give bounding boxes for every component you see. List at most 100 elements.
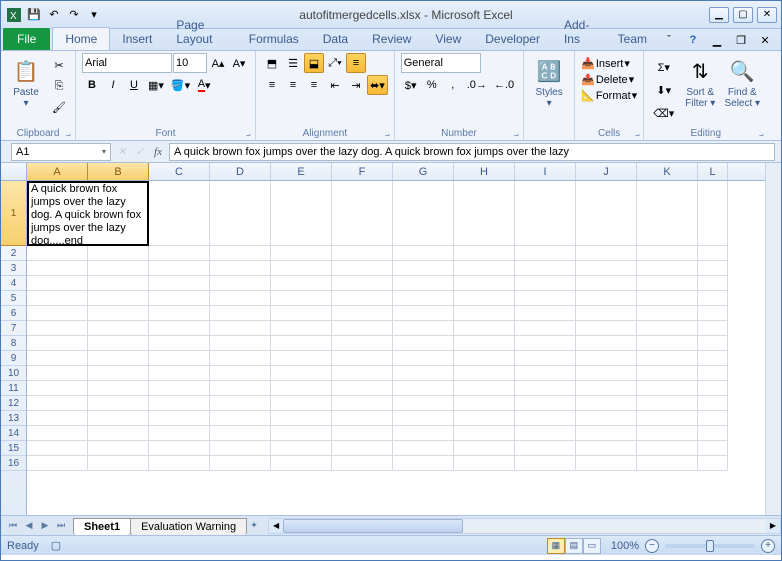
row-header-14[interactable]: 14 (1, 426, 26, 441)
bold-button[interactable]: B (82, 75, 102, 95)
cell[interactable] (698, 426, 728, 441)
cell[interactable] (454, 336, 515, 351)
cell[interactable] (698, 411, 728, 426)
undo-icon[interactable]: ↶ (45, 6, 63, 24)
cell[interactable] (576, 396, 637, 411)
cell[interactable] (393, 456, 454, 471)
cell[interactable] (210, 441, 271, 456)
last-sheet-icon[interactable]: ⏭ (53, 518, 69, 534)
qat-customize-icon[interactable]: ▾ (85, 6, 103, 24)
tab-team[interactable]: Team (606, 28, 659, 50)
col-header-j[interactable]: J (576, 163, 637, 180)
cell[interactable] (698, 441, 728, 456)
cell[interactable] (393, 306, 454, 321)
cell[interactable] (515, 456, 576, 471)
paste-button[interactable]: 📋 Paste▾ (7, 53, 45, 109)
font-name-combo[interactable] (82, 53, 172, 73)
cell[interactable] (454, 276, 515, 291)
cell[interactable] (332, 426, 393, 441)
zoom-level[interactable]: 100% (611, 540, 639, 552)
cell[interactable] (271, 381, 332, 396)
cell[interactable] (88, 261, 149, 276)
vertical-scrollbar[interactable] (765, 163, 781, 515)
cell[interactable] (149, 426, 210, 441)
cell[interactable] (515, 276, 576, 291)
cell[interactable] (88, 351, 149, 366)
col-header-i[interactable]: I (515, 163, 576, 180)
cell[interactable] (210, 411, 271, 426)
cell[interactable] (637, 306, 698, 321)
border-button[interactable]: ▦▾ (145, 75, 167, 95)
cell[interactable] (149, 276, 210, 291)
fill-icon[interactable]: ⬇▾ (650, 80, 677, 100)
comma-icon[interactable]: , (443, 75, 463, 95)
cell[interactable] (210, 276, 271, 291)
cell[interactable] (637, 396, 698, 411)
cell[interactable] (210, 291, 271, 306)
prev-sheet-icon[interactable]: ◀ (21, 518, 37, 534)
cell[interactable] (454, 351, 515, 366)
normal-view-icon[interactable]: ▦ (547, 538, 565, 554)
cell[interactable] (393, 441, 454, 456)
cell[interactable] (637, 456, 698, 471)
cell[interactable] (698, 321, 728, 336)
row-header-1[interactable]: 1 (1, 181, 26, 246)
cell[interactable] (271, 321, 332, 336)
decrease-indent-icon[interactable]: ⇤ (325, 75, 345, 95)
cell[interactable] (576, 381, 637, 396)
scroll-thumb[interactable] (283, 519, 463, 533)
cell[interactable] (698, 181, 728, 246)
tab-insert[interactable]: Insert (110, 28, 164, 50)
horizontal-scrollbar[interactable]: ◀ ▶ (268, 518, 781, 534)
decrease-decimal-icon[interactable]: ←.0 (491, 75, 517, 95)
cell[interactable] (637, 366, 698, 381)
percent-icon[interactable]: % (422, 75, 442, 95)
cell[interactable] (27, 261, 88, 276)
cell[interactable] (393, 351, 454, 366)
cell[interactable] (27, 246, 88, 261)
merge-center-button[interactable]: ⬌▾ (367, 75, 388, 95)
clear-icon[interactable]: ⌫▾ (650, 103, 677, 123)
next-sheet-icon[interactable]: ▶ (37, 518, 53, 534)
cell[interactable] (332, 246, 393, 261)
cell[interactable] (576, 336, 637, 351)
cell[interactable] (576, 441, 637, 456)
align-left-icon[interactable]: ≡ (262, 75, 282, 95)
tab-page-layout[interactable]: Page Layout (164, 14, 236, 50)
cell[interactable] (637, 321, 698, 336)
align-bottom-icon[interactable]: ⬓ (304, 53, 324, 73)
minimize-button[interactable]: ▁ (709, 7, 729, 23)
cell[interactable] (698, 276, 728, 291)
cell[interactable] (393, 381, 454, 396)
cell[interactable] (88, 336, 149, 351)
cell[interactable] (271, 456, 332, 471)
font-size-combo[interactable] (173, 53, 207, 73)
format-painter-icon[interactable]: 🖌 (49, 97, 69, 117)
new-sheet-icon[interactable]: ✦ (246, 518, 262, 534)
cell[interactable] (576, 456, 637, 471)
col-header-d[interactable]: D (210, 163, 271, 180)
cell[interactable] (515, 306, 576, 321)
cell[interactable] (27, 426, 88, 441)
excel-icon[interactable]: X (5, 6, 23, 24)
cell[interactable] (88, 426, 149, 441)
cut-icon[interactable]: ✂ (49, 55, 69, 75)
cell[interactable] (515, 411, 576, 426)
cell[interactable] (27, 336, 88, 351)
cell[interactable] (393, 336, 454, 351)
cell[interactable] (210, 261, 271, 276)
cell[interactable] (454, 396, 515, 411)
cell[interactable] (88, 366, 149, 381)
cell[interactable] (88, 276, 149, 291)
row-header-11[interactable]: 11 (1, 381, 26, 396)
cell[interactable] (149, 291, 210, 306)
row-header-4[interactable]: 4 (1, 276, 26, 291)
col-header-b[interactable]: B (88, 163, 149, 180)
align-middle-icon[interactable]: ☰ (283, 53, 303, 73)
page-layout-view-icon[interactable]: ▤ (565, 538, 583, 554)
row-header-7[interactable]: 7 (1, 321, 26, 336)
cell[interactable] (27, 366, 88, 381)
cell[interactable] (149, 456, 210, 471)
tab-file[interactable]: File (3, 28, 50, 50)
cell[interactable] (515, 426, 576, 441)
